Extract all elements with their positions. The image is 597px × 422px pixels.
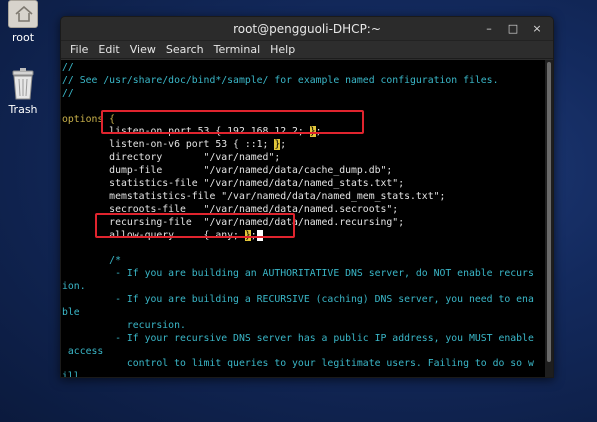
editor-line: - If you are building a RECURSIVE (cachi… [62,294,534,306]
editor-line: listen-on-v6 port 53 { ::1; }; [62,139,287,151]
editor-line: /* [62,255,121,267]
terminal-scrollbar[interactable] [545,60,553,377]
home-icon [8,0,38,28]
editor-line: statistics-file "/var/named/data/named_s… [62,178,405,190]
editor-line: ion. [62,281,86,293]
window-titlebar[interactable]: root@pengguoli-DHCP:~ – □ × [61,17,553,41]
trash-icon-launcher[interactable]: Trash [0,68,46,116]
highlight-listen-on [101,110,364,134]
editor-line: // See /usr/share/doc/bind*/sample/ for … [62,74,499,86]
minimize-button[interactable]: – [481,21,497,37]
highlight-allow-query [95,213,295,238]
editor-line: // [62,62,74,73]
maximize-button[interactable]: □ [505,21,521,37]
editor-line: access [62,345,104,357]
editor-line: recursion. [62,319,186,331]
menu-help[interactable]: Help [265,43,300,56]
home-folder-label: root [11,31,35,44]
trash-icon [11,68,35,100]
close-button[interactable]: × [529,21,545,37]
trash-label: Trash [8,103,38,116]
window-title: root@pengguoli-DHCP:~ [233,21,381,36]
editor-line: memstatistics-file "/var/named/data/name… [62,190,446,202]
editor-line: ill [62,371,80,378]
scrollbar-thumb[interactable] [547,62,551,362]
editor-line: - If your recursive DNS server has a pub… [62,332,534,344]
editor-line: ble [62,306,80,318]
menu-search[interactable]: Search [161,43,209,56]
home-folder-icon[interactable]: root [0,0,46,44]
terminal-window: root@pengguoli-DHCP:~ – □ × File Edit Vi… [60,16,554,378]
editor-line: directory "/var/named"; [62,152,281,164]
menu-view[interactable]: View [125,43,161,56]
menu-file[interactable]: File [65,43,93,56]
editor-line: dump-file "/var/named/data/cache_dump.db… [62,165,393,177]
menu-edit[interactable]: Edit [93,43,124,56]
editor-line: - If you are building an AUTHORITATIVE D… [62,268,534,280]
editor-line: control to limit queries to your legitim… [62,358,534,370]
menu-bar: File Edit View Search Terminal Help [61,41,553,59]
editor-line: // [62,87,74,99]
window-controls: – □ × [481,21,545,37]
menu-terminal[interactable]: Terminal [209,43,266,56]
